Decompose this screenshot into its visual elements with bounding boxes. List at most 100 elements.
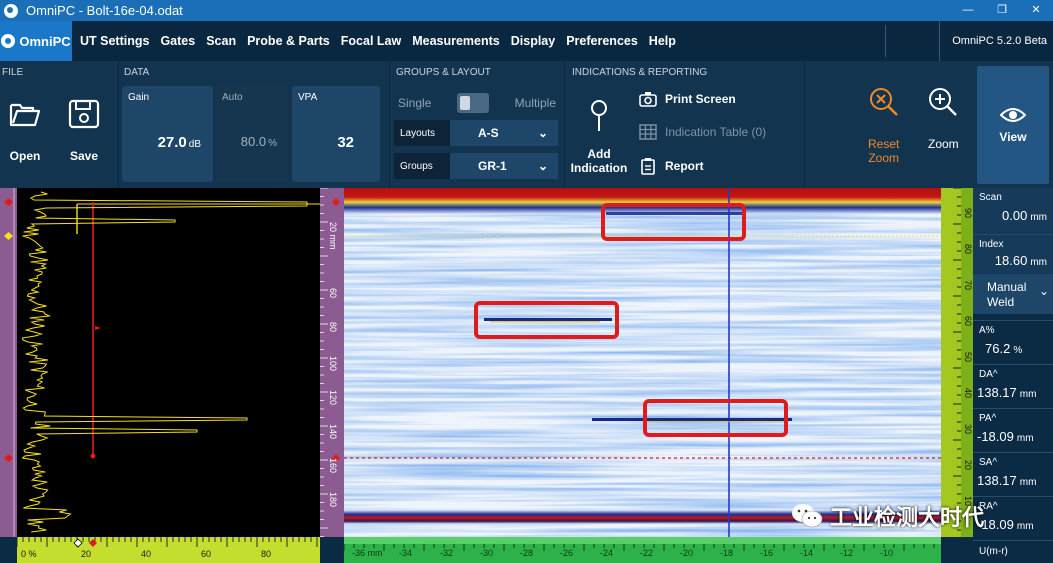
gate-marker-icon[interactable] [4, 232, 13, 240]
ruler-corner [320, 537, 344, 563]
menu-gates[interactable]: Gates [160, 34, 195, 48]
view-button[interactable]: View [977, 66, 1049, 184]
report-button[interactable]: Report [639, 157, 704, 175]
window-title: OmniPC - Bolt-16e-04.odat [26, 3, 183, 18]
scan-tick-label: -28 [520, 548, 533, 558]
save-button[interactable]: Save [68, 99, 100, 163]
scan-reading[interactable]: Scan 0.00 mm [973, 188, 1053, 234]
report-label: Report [665, 159, 704, 173]
watermark-text: 工业检测大时代 [830, 505, 985, 530]
close-button[interactable]: ✕ [1019, 0, 1053, 21]
gate-marker-icon[interactable] [73, 538, 83, 548]
da-unit: mm [1019, 389, 1037, 400]
open-label: Open [9, 149, 41, 163]
menu-probe-parts[interactable]: Probe & Parts [247, 34, 330, 48]
ra-value-wrap: -18.09 mm [977, 517, 1034, 532]
auto-value: 80.0 [240, 134, 267, 149]
index-ruler: 90 80 70 60 50 40 30 20 10 [941, 187, 973, 537]
index-tick-label: 50 [963, 352, 973, 362]
weld-mode-dropdown[interactable]: Manual Weld ⌄ [973, 274, 1053, 314]
zoom-button[interactable]: Zoom [928, 87, 959, 151]
scan-ruler-svg: -36 mm -34 -32 -30 -28 -26 -24 -22 -20 -… [343, 537, 941, 558]
ribbon-divider [564, 61, 565, 188]
save-label: Save [69, 149, 99, 163]
da-value: 138.17 [977, 385, 1017, 400]
da-reading[interactable]: DA^ 138.17 mm [973, 364, 1053, 408]
chevron-down-icon: ⌄ [537, 159, 548, 173]
menu-display[interactable]: Display [511, 34, 555, 48]
sa-value-wrap: 138.17 mm [977, 473, 1036, 488]
add-indication-label-2: Indication [570, 161, 628, 175]
indication-table-button[interactable]: Indication Table (0) [639, 124, 766, 140]
open-button[interactable]: Open [8, 99, 42, 163]
depth-tick-label: 180 [328, 492, 338, 507]
scan-tick-label: -14 [800, 548, 813, 558]
groups-dropdown[interactable]: Groups GR-1 ⌄ [394, 153, 558, 179]
amplitude-tick-label: 0 % [21, 549, 37, 559]
menu-ut-settings[interactable]: UT Settings [80, 34, 149, 48]
a-percent-value: 76.2 [985, 341, 1011, 356]
index-tick-label: 60 [963, 316, 973, 326]
brand-menu-button[interactable]: OmniPC [0, 21, 72, 61]
restore-button[interactable]: ❐ [985, 0, 1019, 21]
ascan-view[interactable] [17, 188, 320, 537]
reset-zoom-label-1: Reset [868, 137, 900, 151]
chevron-down-icon: ⌄ [537, 126, 548, 140]
version-label: OmniPC 5.2.0 Beta [939, 21, 1047, 61]
pa-reading[interactable]: PA^ -18.09 mm [973, 408, 1053, 452]
weld-mode-line-2: Weld [987, 295, 1015, 309]
index-reading-value-wrap: 18.60 mm [995, 253, 1047, 268]
index-tick-label: 30 [963, 424, 973, 434]
depth-tick-label: 120 [328, 390, 338, 405]
watermark: 工业检测大时代 [790, 500, 984, 532]
zoom-label: Zoom [928, 137, 959, 151]
amplitude-tick-label: 40 [141, 549, 151, 559]
gain-field[interactable]: Gain 27.0 dB [122, 86, 213, 182]
minimize-button[interactable]: — [951, 0, 985, 21]
menu-focal-law[interactable]: Focal Law [341, 34, 401, 48]
menu-help[interactable]: Help [649, 34, 676, 48]
reset-zoom-button[interactable]: Reset Zoom [868, 87, 899, 165]
scan-tick-label: -16 [760, 548, 773, 558]
layouts-label: Layouts [400, 127, 436, 139]
vpa-value: 32 [337, 134, 354, 151]
title-bar: OmniPC - Bolt-16e-04.odat — ❐ ✕ [0, 0, 1053, 21]
print-screen-button[interactable]: Print Screen [639, 91, 736, 107]
sa-reading[interactable]: SA^ 138.17 mm [973, 452, 1053, 496]
menu-bar: OmniPC UT Settings Gates Scan Probe & Pa… [0, 21, 1053, 61]
scan-tick-label: -24 [600, 548, 613, 558]
scan-reading-unit: mm [1030, 212, 1047, 223]
scan-tick-label: -20 [680, 548, 693, 558]
gate-marker-icon[interactable] [332, 198, 340, 206]
menu-measurements[interactable]: Measurements [412, 34, 500, 48]
bscan-view[interactable] [344, 188, 941, 537]
depth-tick-label: 100 [328, 356, 338, 371]
a-percent-label: A% [979, 325, 995, 336]
wechat-icon [792, 504, 823, 528]
layouts-value: A-S [478, 126, 499, 140]
gain-value: 27.0 [157, 134, 187, 151]
auto-value-wrap: 80.0% [241, 134, 277, 149]
gate-marker-icon[interactable] [4, 198, 13, 206]
gain-value-wrap: 27.0 dB [158, 134, 201, 151]
index-reading-label: Index [979, 239, 1004, 250]
ra-reading[interactable]: RA^ -18.09 mm [973, 496, 1053, 540]
gain-label: Gain [128, 92, 150, 103]
gate-marker-icon[interactable] [4, 454, 13, 462]
single-multiple-toggle[interactable] [457, 93, 489, 113]
menu-preferences[interactable]: Preferences [566, 34, 638, 48]
menu-scan[interactable]: Scan [206, 34, 236, 48]
layouts-dropdown[interactable]: Layouts A-S ⌄ [394, 120, 558, 146]
u-reading[interactable]: U(m-r) [973, 540, 1053, 563]
add-indication-button[interactable]: Add Indication [570, 99, 628, 175]
index-reading[interactable]: Index 18.60 mm [973, 234, 1053, 274]
vpa-field[interactable]: VPA 32 [292, 86, 380, 182]
amplitude-ruler-svg: 0 % 20 40 60 80 [16, 537, 318, 559]
depth-tick-label: 20 mm [328, 222, 338, 250]
a-percent-reading[interactable]: A% 76.2% [973, 320, 1053, 364]
data-section-label: DATA [124, 67, 150, 78]
scan-reading-label: Scan [979, 192, 1002, 203]
cursor-marker-icon[interactable] [89, 539, 97, 547]
pa-value: -18.09 [977, 429, 1014, 444]
sa-value: 138.17 [977, 473, 1017, 488]
